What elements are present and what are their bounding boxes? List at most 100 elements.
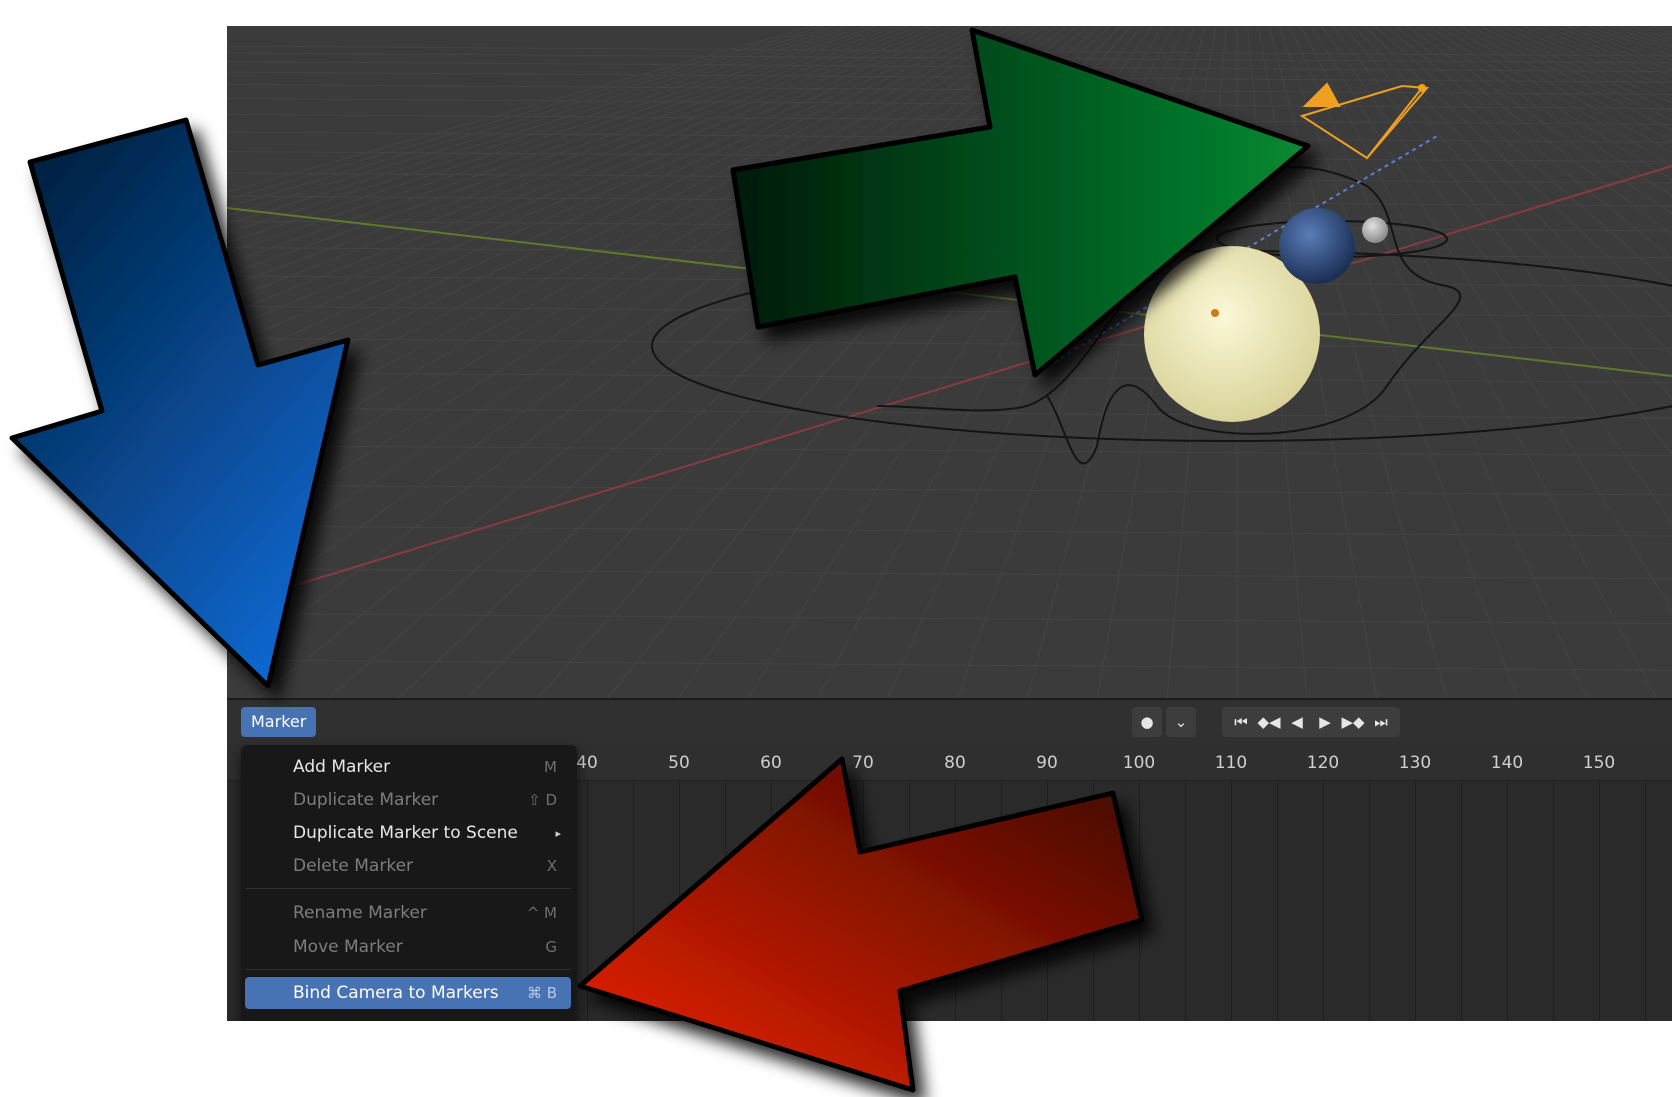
- menu-item-delete-marker[interactable]: Delete Marker X: [245, 850, 571, 882]
- grid-line: [227, 371, 1672, 383]
- frame-line: [1507, 780, 1508, 1021]
- frame-line: [1001, 780, 1002, 1021]
- frame-line: [725, 780, 726, 1021]
- menu-item-label: Move Marker: [293, 937, 403, 957]
- menu-item-add-marker[interactable]: Add Marker M: [245, 751, 571, 783]
- 3d-viewport[interactable]: [227, 26, 1672, 698]
- grid-line: [227, 338, 1672, 349]
- frame-label: 120: [1306, 753, 1340, 773]
- menu-item-duplicate-marker[interactable]: Duplicate Marker ⇧ D: [245, 784, 571, 816]
- earth-sphere[interactable]: [1279, 208, 1355, 284]
- grid-line: [227, 220, 1672, 232]
- grid-line: [747, 26, 1164, 698]
- frame-label: 80: [944, 753, 966, 773]
- grid-line: [227, 26, 847, 216]
- grid-line: [227, 26, 1037, 510]
- frame-label: 50: [668, 753, 690, 773]
- frame-line: [909, 780, 910, 1021]
- frame-line: [1185, 780, 1186, 1021]
- grid-line: [227, 172, 1672, 184]
- menu-item-move-marker[interactable]: Move Marker G: [245, 931, 571, 963]
- menu-item-bind-camera-to-markers[interactable]: Bind Camera to Markers ⌘ B: [245, 977, 571, 1009]
- grid-line: [227, 98, 1672, 109]
- moon-sphere[interactable]: [1362, 217, 1388, 243]
- grid-line: [227, 26, 953, 331]
- frame-line: [955, 780, 956, 1021]
- marker-menu: Add Marker M Duplicate Marker ⇧ D Duplic…: [241, 745, 577, 1021]
- grid-line: [227, 659, 1672, 671]
- grid-line: [227, 568, 1672, 580]
- menu-item-label: Delete Marker: [293, 856, 414, 876]
- menu-item-label: Duplicate Marker: [293, 790, 439, 810]
- grid-line: [227, 247, 1672, 259]
- grid-line: [227, 26, 1069, 623]
- grid-line: [227, 26, 974, 365]
- frame-label: 40: [576, 753, 598, 773]
- frame-line: [1553, 780, 1554, 1021]
- marker-menu-button[interactable]: Marker: [241, 707, 317, 737]
- menu-item-label: Duplicate Marker to Scene: [293, 823, 518, 843]
- menu-item-shortcut: ⌘ B: [526, 984, 557, 1002]
- menu-item-shortcut: ⇧ D: [528, 791, 557, 809]
- frame-line: [1415, 780, 1416, 1021]
- chevron-down-icon[interactable]: ⌄: [1166, 707, 1196, 737]
- frame-line: [587, 780, 588, 1021]
- menu-separator: [245, 969, 571, 970]
- play-reverse-icon[interactable]: ◀: [1284, 707, 1310, 737]
- grid-line: [227, 525, 1672, 537]
- viewport-canvas: [227, 26, 1672, 698]
- sun-origin-dot: [1211, 309, 1219, 317]
- frame-line: [1369, 780, 1370, 1021]
- frame-line: [771, 780, 772, 1021]
- grid-line: [327, 26, 1101, 698]
- grid-line: [227, 26, 995, 405]
- next-keyframe-icon[interactable]: ▶◆: [1340, 707, 1366, 737]
- prev-keyframe-icon[interactable]: ◆◀: [1256, 707, 1282, 737]
- menu-item-label: Rename Marker: [293, 903, 427, 923]
- submenu-arrow-icon: ▸: [555, 826, 561, 840]
- grid-line: [227, 613, 1672, 625]
- grid-line: [227, 26, 1048, 543]
- frame-label: 150: [1582, 753, 1616, 773]
- grid-line: [227, 26, 942, 316]
- frame-line: [1599, 780, 1600, 1021]
- menu-item-rename-marker[interactable]: Rename Marker ^ M: [245, 897, 571, 929]
- blender-screenshot: Marker ● ⌄ ⏮ ◆◀ ◀ ▶ ▶◆ ⏭ 40 50 60 70 80 …: [227, 26, 1672, 1021]
- timeline-header: Marker ● ⌄ ⏮ ◆◀ ◀ ▶ ▶◆ ⏭: [227, 700, 1672, 744]
- frame-label: 90: [1036, 753, 1058, 773]
- grid-line: [397, 26, 1111, 698]
- grid-line: [227, 26, 963, 347]
- grid-line: [227, 26, 879, 244]
- grid-line: [467, 26, 1122, 698]
- grid-line: [227, 26, 869, 234]
- frame-line: [1277, 780, 1278, 1021]
- grid-line: [227, 71, 1672, 83]
- menu-item-label: Add Marker: [293, 757, 391, 777]
- grid-line: [227, 26, 921, 289]
- grid-line: [227, 26, 890, 254]
- frame-line: [863, 780, 864, 1021]
- menu-separator: [245, 888, 571, 889]
- record-icon[interactable]: ●: [1132, 707, 1162, 737]
- play-icon[interactable]: ▶: [1312, 707, 1338, 737]
- frame-label: 70: [852, 753, 874, 773]
- frame-line: [1231, 780, 1232, 1021]
- menu-item-shortcut: ^ M: [526, 904, 557, 922]
- grid-line: [227, 131, 1672, 143]
- grid-line: [227, 61, 1672, 73]
- frame-label: 110: [1214, 753, 1248, 773]
- menu-item-duplicate-marker-to-scene[interactable]: Duplicate Marker to Scene ▸: [245, 817, 571, 849]
- frame-label: 140: [1490, 753, 1524, 773]
- jump-to-end-icon[interactable]: ⏭: [1368, 707, 1394, 737]
- frame-line: [679, 780, 680, 1021]
- grid-line: [227, 26, 900, 265]
- jump-to-start-icon[interactable]: ⏮: [1228, 707, 1254, 737]
- grid-line: [227, 26, 816, 193]
- grid-line: [227, 445, 1672, 457]
- grid-line: [677, 26, 1153, 698]
- frame-line: [817, 780, 818, 1021]
- grid-line: [227, 26, 837, 208]
- playback-controls: ● ⌄ ⏮ ◆◀ ◀ ▶ ▶◆ ⏭: [1132, 707, 1400, 737]
- grid-line: [227, 26, 1080, 670]
- frame-line: [1093, 780, 1094, 1021]
